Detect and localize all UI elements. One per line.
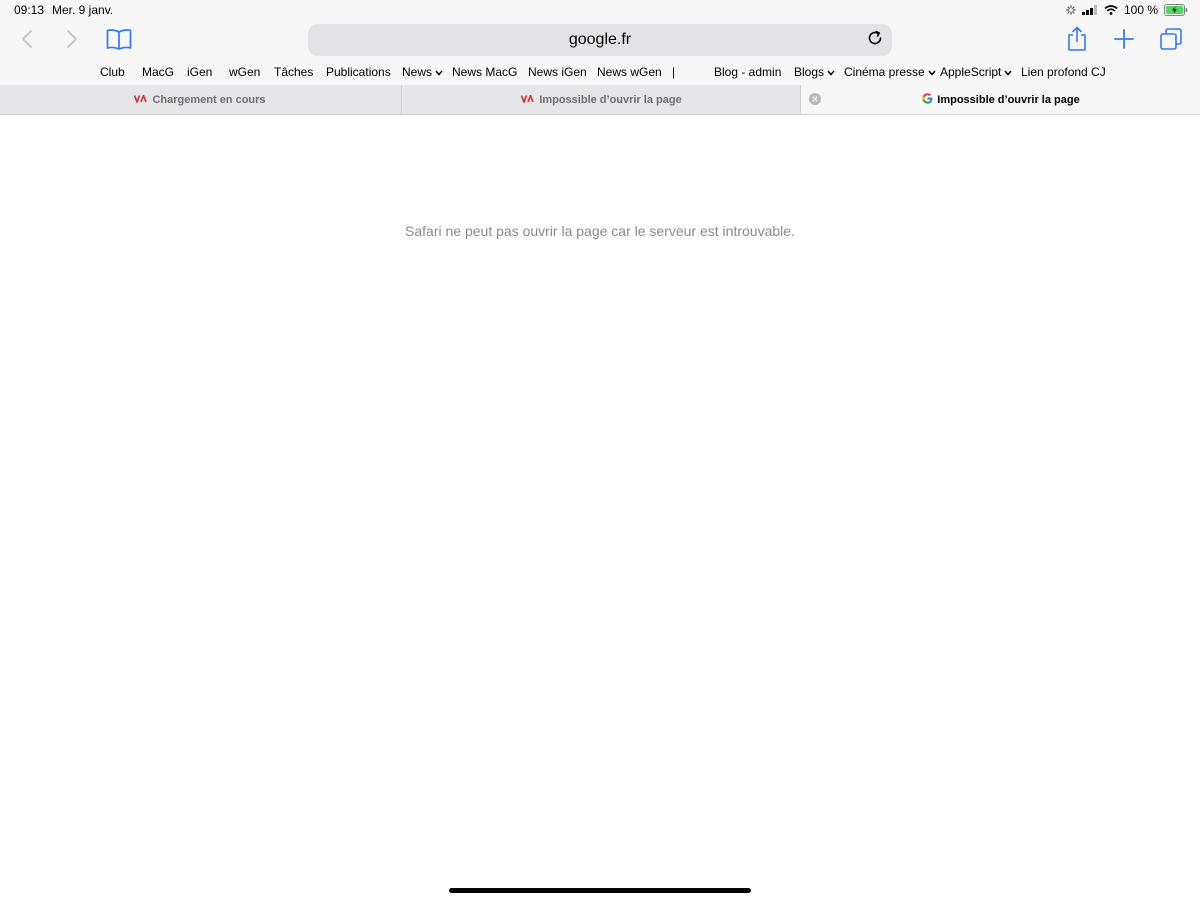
reload-icon [867, 30, 883, 51]
bookmark-label: AppleScript [940, 65, 1002, 79]
tab-impossible-google-active[interactable]: Impossible d’ouvrir la page [800, 85, 1200, 114]
bookmark-label: | [672, 65, 676, 79]
bookmark-separator[interactable]: | [672, 65, 675, 79]
bookmark-label: News iGen [528, 65, 587, 79]
macg-favicon-icon [134, 92, 148, 106]
new-tab-button[interactable] [1109, 26, 1139, 56]
tab-title: Impossible d’ouvrir la page [937, 93, 1080, 106]
close-icon [812, 93, 818, 105]
bookmark-news-wgen[interactable]: News wGen [597, 65, 662, 79]
bookmarks-bar: Club MacG iGen wGen Tâches Publications … [0, 60, 1200, 85]
bookmark-wgen[interactable]: wGen [229, 65, 260, 79]
safari-window: 09:13 Mer. 9 janv. 100 % google.fr Club … [0, 0, 1200, 900]
address-text: google.fr [568, 31, 632, 48]
bookmark-label: MacG [142, 65, 175, 79]
back-icon [20, 29, 34, 54]
bookmark-label: iGen [187, 65, 213, 79]
bookmark-lien-profond-cj[interactable]: Lien profond CJ [1021, 65, 1106, 79]
tab-impossible-macg[interactable]: Impossible d’ouvrir la page [401, 85, 801, 114]
forward-button[interactable] [57, 26, 87, 56]
tabs-overview-button[interactable] [1156, 26, 1186, 56]
signal-icon [1081, 5, 1098, 15]
forward-icon [65, 29, 79, 54]
bookmark-label: Club [100, 65, 125, 79]
address-bar[interactable]: google.fr [308, 24, 892, 56]
bookmark-news-macg[interactable]: News MacG [452, 65, 517, 79]
bookmark-label: wGen [229, 65, 261, 79]
bookmark-igen[interactable]: iGen [187, 65, 212, 79]
chevron-down-icon [928, 65, 936, 79]
bookmark-macg[interactable]: MacG [142, 65, 174, 79]
wifi-icon [1104, 5, 1118, 15]
bookmark-label: Lien profond CJ [1021, 65, 1106, 79]
bookmarks-button[interactable] [104, 26, 134, 56]
status-indicators: 100 % [1066, 3, 1188, 17]
status-bar: 09:13 Mer. 9 janv. 100 % [0, 0, 1200, 20]
error-message: Safari ne peut pas ouvrir la page car le… [405, 223, 795, 239]
chevron-down-icon [435, 65, 443, 79]
tab-title: Impossible d’ouvrir la page [539, 93, 682, 106]
chevron-down-icon [1004, 65, 1012, 79]
macg-favicon-icon [521, 92, 535, 106]
battery-percentage: 100 % [1123, 3, 1158, 17]
toolbar: google.fr [0, 20, 1200, 60]
tab-bar: Chargement en cours Impossible d’ouvrir … [0, 85, 1200, 115]
new-tab-icon [1113, 28, 1135, 55]
activity-icon [1066, 5, 1076, 15]
battery-icon [1164, 4, 1188, 16]
tab-title: Chargement en cours [152, 93, 266, 106]
web-content: Safari ne peut pas ouvrir la page car le… [0, 115, 1200, 900]
share-button[interactable] [1062, 26, 1092, 56]
bookmark-folder-applescript[interactable]: AppleScript [940, 65, 1012, 79]
bookmark-label: Cinéma presse [844, 65, 925, 79]
status-date: Mer. 9 janv. [52, 3, 114, 17]
back-button[interactable] [12, 26, 42, 56]
bookmark-taches[interactable]: Tâches [274, 65, 313, 79]
tab-chargement[interactable]: Chargement en cours [0, 85, 400, 114]
bookmark-label: News MacG [452, 65, 518, 79]
bookmarks-icon [106, 28, 132, 55]
bookmark-label: Blogs [794, 65, 825, 79]
tab-close-button[interactable] [809, 93, 821, 105]
bookmark-label: Blog - admin [714, 65, 782, 79]
chevron-down-icon [827, 65, 835, 79]
tabs-icon [1159, 27, 1183, 56]
bookmark-folder-cinema-presse[interactable]: Cinéma presse [844, 65, 936, 79]
bookmark-folder-blogs[interactable]: Blogs [794, 65, 835, 79]
google-favicon-icon [922, 92, 933, 107]
bookmark-label: Tâches [274, 65, 314, 79]
bookmark-folder-news[interactable]: News [402, 65, 443, 79]
share-icon [1066, 26, 1088, 57]
status-time: 09:13 [14, 3, 45, 17]
bookmark-publications[interactable]: Publications [326, 65, 391, 79]
bookmark-news-igen[interactable]: News iGen [528, 65, 587, 79]
home-indicator[interactable] [449, 888, 751, 893]
bookmark-label: News wGen [597, 65, 662, 79]
bookmark-blog-admin[interactable]: Blog - admin [714, 65, 781, 79]
reload-button[interactable] [864, 29, 886, 51]
bookmark-label: News [402, 65, 433, 79]
bookmark-club[interactable]: Club [100, 65, 125, 79]
bookmark-label: Publications [326, 65, 391, 79]
